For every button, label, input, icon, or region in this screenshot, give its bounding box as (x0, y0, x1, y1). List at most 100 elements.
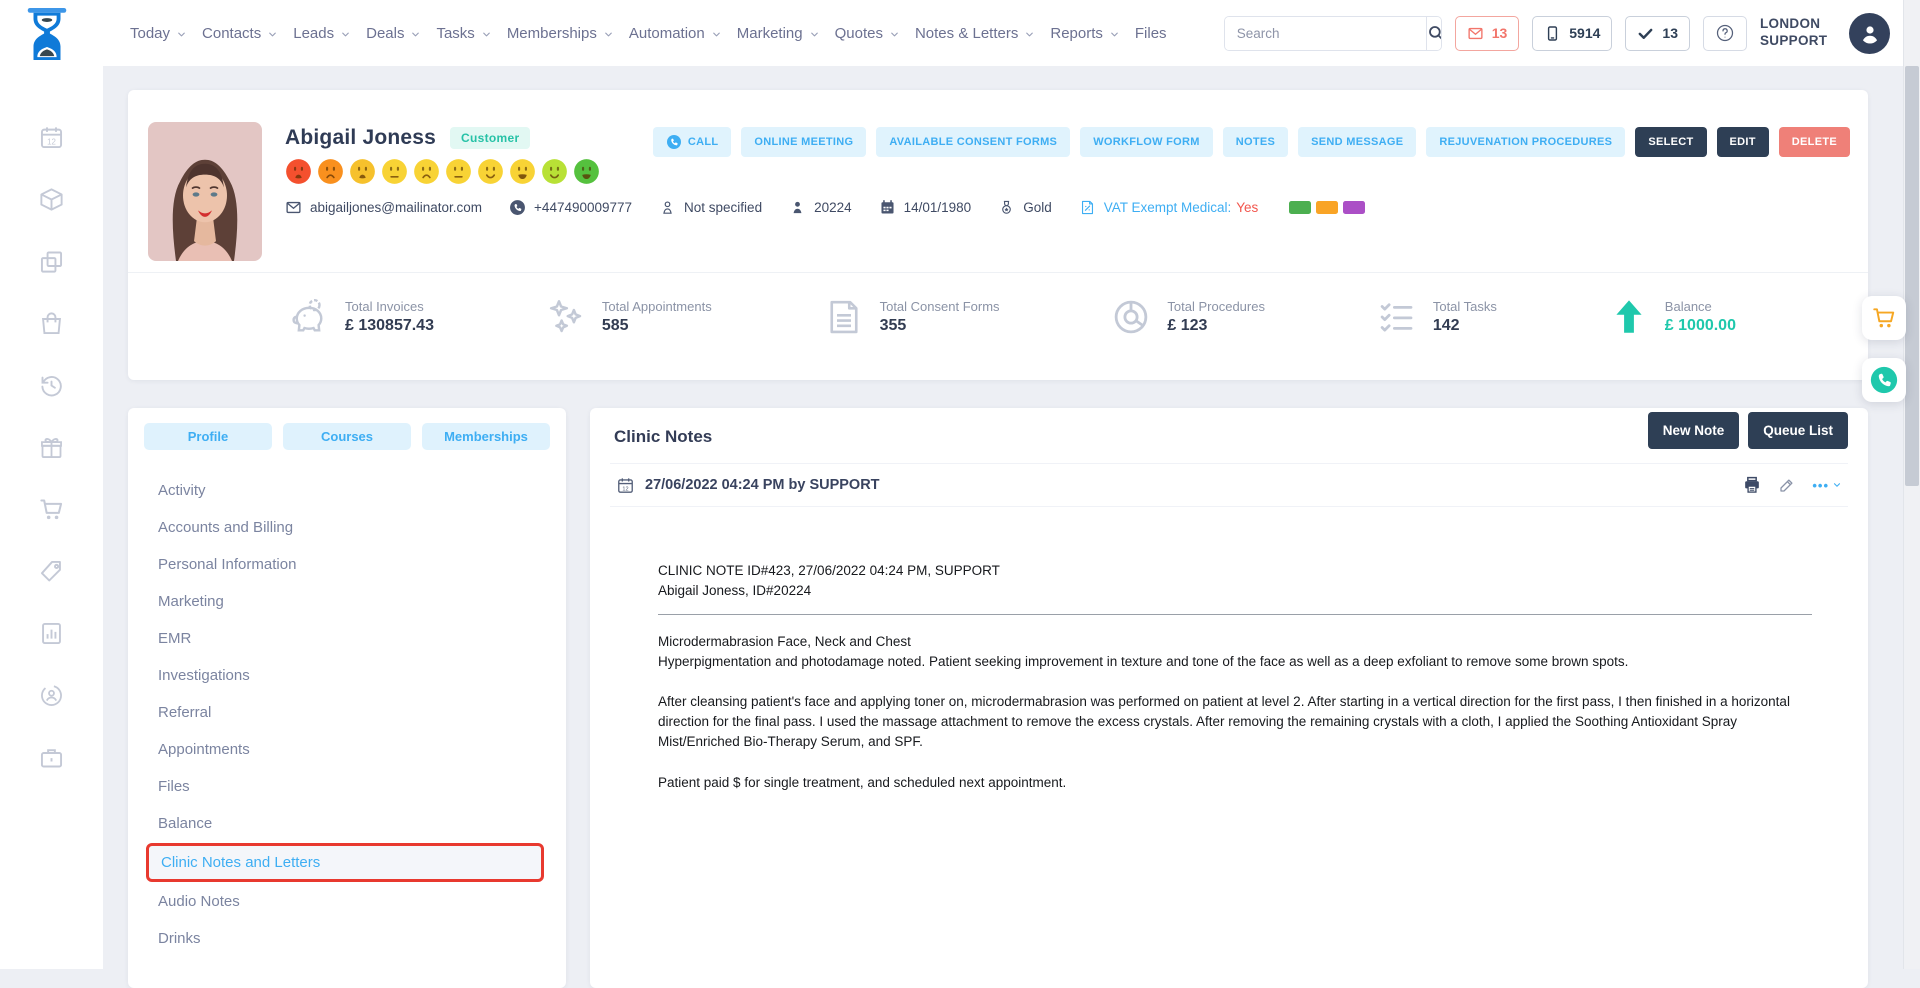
sidebar-item-accounts-and-billing[interactable]: Accounts and Billing (128, 509, 566, 546)
package-icon[interactable] (38, 186, 65, 213)
call-button[interactable]: CALL (653, 127, 732, 157)
account-sync-icon[interactable] (38, 682, 65, 709)
gift-icon[interactable] (38, 434, 65, 461)
search-input[interactable] (1225, 17, 1426, 50)
nav-item-files[interactable]: Files (1135, 25, 1167, 42)
history-icon[interactable] (38, 372, 65, 399)
nav-item-label: Quotes (835, 25, 883, 42)
stat-value: 142 (1433, 317, 1497, 335)
button-label: NOTES (1236, 136, 1275, 148)
delete-button[interactable]: DELETE (1779, 127, 1850, 157)
cart-icon[interactable] (38, 496, 65, 523)
mood-emoji-3[interactable] (349, 158, 376, 185)
work-case-icon[interactable] (38, 744, 65, 771)
edit-note-icon[interactable] (1778, 476, 1796, 494)
stat-total-consent-forms: Total Consent Forms355 (823, 296, 1000, 338)
call-float-button[interactable] (1862, 358, 1906, 402)
sidebar-item-marketing[interactable]: Marketing (128, 583, 566, 620)
shopping-bag-icon[interactable] (38, 310, 65, 337)
nav-item-marketing[interactable]: Marketing (737, 25, 820, 42)
sidebar-item-clinic-notes-and-letters[interactable]: Clinic Notes and Letters (146, 843, 544, 882)
more-options-button[interactable]: ••• (1812, 478, 1842, 493)
sidebar-item-emr[interactable]: EMR (128, 620, 566, 657)
stat-total-invoices: Total Invoices£ 130857.43 (288, 296, 434, 338)
sidebar-item-personal-information[interactable]: Personal Information (128, 546, 566, 583)
mood-emoji-6[interactable] (445, 158, 472, 185)
notes-button[interactable]: NOTES (1223, 127, 1288, 157)
nav-item-label: Tasks (436, 25, 474, 42)
copy-icon[interactable] (38, 248, 65, 275)
nav-item-memberships[interactable]: Memberships (507, 25, 614, 42)
mood-emoji-4[interactable] (381, 158, 408, 185)
mood-emoji-1[interactable] (285, 158, 312, 185)
nav-item-leads[interactable]: Leads (293, 25, 351, 42)
mood-emoji-9[interactable] (541, 158, 568, 185)
tab-profile[interactable]: Profile (144, 423, 272, 450)
nav-item-reports[interactable]: Reports (1050, 25, 1120, 42)
calendar-12-icon[interactable]: 12 (38, 124, 65, 151)
user-avatar[interactable] (1849, 13, 1890, 54)
sidebar-item-appointments[interactable]: Appointments (128, 731, 566, 768)
mood-emoji-5[interactable] (413, 158, 440, 185)
sidebar-item-investigations[interactable]: Investigations (128, 657, 566, 694)
sidebar-item-referral[interactable]: Referral (128, 694, 566, 731)
top-bar: Today Contacts Leads Deals Tasks Memberships A… (0, 0, 1920, 66)
chevron-down-icon (1024, 29, 1035, 40)
edit-button[interactable]: EDIT (1717, 127, 1769, 157)
price-tag-icon[interactable] (38, 558, 65, 585)
mood-emoji-10[interactable] (573, 158, 600, 185)
sidebar-item-balance[interactable]: Balance (128, 805, 566, 842)
menu-item-label: Personal Information (158, 556, 296, 573)
queue-list-button[interactable]: Queue List (1748, 412, 1848, 449)
tab-courses[interactable]: Courses (283, 423, 411, 450)
mood-emoji-2[interactable] (317, 158, 344, 185)
sidebar-item-activity[interactable]: Activity (128, 472, 566, 509)
nav-item-notes-letters[interactable]: Notes & Letters (915, 25, 1035, 42)
nav-item-today[interactable]: Today (130, 25, 187, 42)
print-icon[interactable] (1742, 475, 1762, 495)
detail-text: Not specified (684, 200, 762, 215)
nav-item-label: Notes & Letters (915, 25, 1018, 42)
stat-label: Total Tasks (1433, 299, 1497, 314)
send-message-button[interactable]: SEND MESSAGE (1298, 127, 1416, 157)
nav-item-automation[interactable]: Automation (629, 25, 722, 42)
chevron-down-icon (481, 29, 492, 40)
report-icon[interactable] (38, 620, 65, 647)
sidebar-item-files[interactable]: Files (128, 768, 566, 805)
phone-circle-icon (666, 134, 682, 150)
scrollbar-thumb[interactable] (1905, 66, 1919, 486)
mood-emoji-8[interactable] (509, 158, 536, 185)
sidebar-item-drinks[interactable]: Drinks (128, 920, 566, 957)
stat-label: Total Appointments (602, 299, 712, 314)
profile-photo[interactable] (148, 122, 262, 261)
profile-menu: ActivityAccounts and Billing Personal Inf… (128, 472, 566, 957)
sidebar-item-audio-notes[interactable]: Audio Notes (128, 883, 566, 920)
menu-item-label: Appointments (158, 741, 250, 758)
nav-item-contacts[interactable]: Contacts (202, 25, 278, 42)
workflow-form-button[interactable]: WORKFLOW FORM (1080, 127, 1213, 157)
detail-text: VAT Exempt Medical: (1104, 200, 1232, 215)
nav-item-tasks[interactable]: Tasks (436, 25, 491, 42)
app-logo-hourglass-icon[interactable] (24, 7, 70, 61)
cart-float-button[interactable] (1862, 296, 1906, 340)
button-label: SEND MESSAGE (1311, 136, 1403, 148)
search-button[interactable] (1426, 17, 1442, 50)
available-consent-forms-button[interactable]: AVAILABLE CONSENT FORMS (876, 127, 1070, 157)
profile-detail-vat-exempt: VAT Exempt Medical:Yes (1079, 199, 1259, 216)
new-note-button[interactable]: New Note (1648, 412, 1740, 449)
profile-stats-row: Total Invoices£ 130857.43 Total Appointme… (288, 286, 1736, 348)
online-meeting-button[interactable]: ONLINE MEETING (741, 127, 866, 157)
rejuvenation-procedures-button[interactable]: REJUVENATION PROCEDURES (1426, 127, 1625, 157)
select-button[interactable]: SELECT (1635, 127, 1706, 157)
calls-badge[interactable]: 5914 (1532, 16, 1612, 51)
nav-item-quotes[interactable]: Quotes (835, 25, 900, 42)
chevron-down-icon (176, 29, 187, 40)
mood-emoji-7[interactable] (477, 158, 504, 185)
tab-memberships[interactable]: Memberships (422, 423, 550, 450)
profile-detail-client-id: 20224 (789, 199, 852, 216)
panel-title: Clinic Notes (614, 427, 712, 447)
tasks-badge[interactable]: 13 (1625, 16, 1690, 51)
help-button[interactable] (1703, 16, 1747, 51)
messages-badge[interactable]: 13 (1455, 16, 1520, 51)
nav-item-deals[interactable]: Deals (366, 25, 421, 42)
